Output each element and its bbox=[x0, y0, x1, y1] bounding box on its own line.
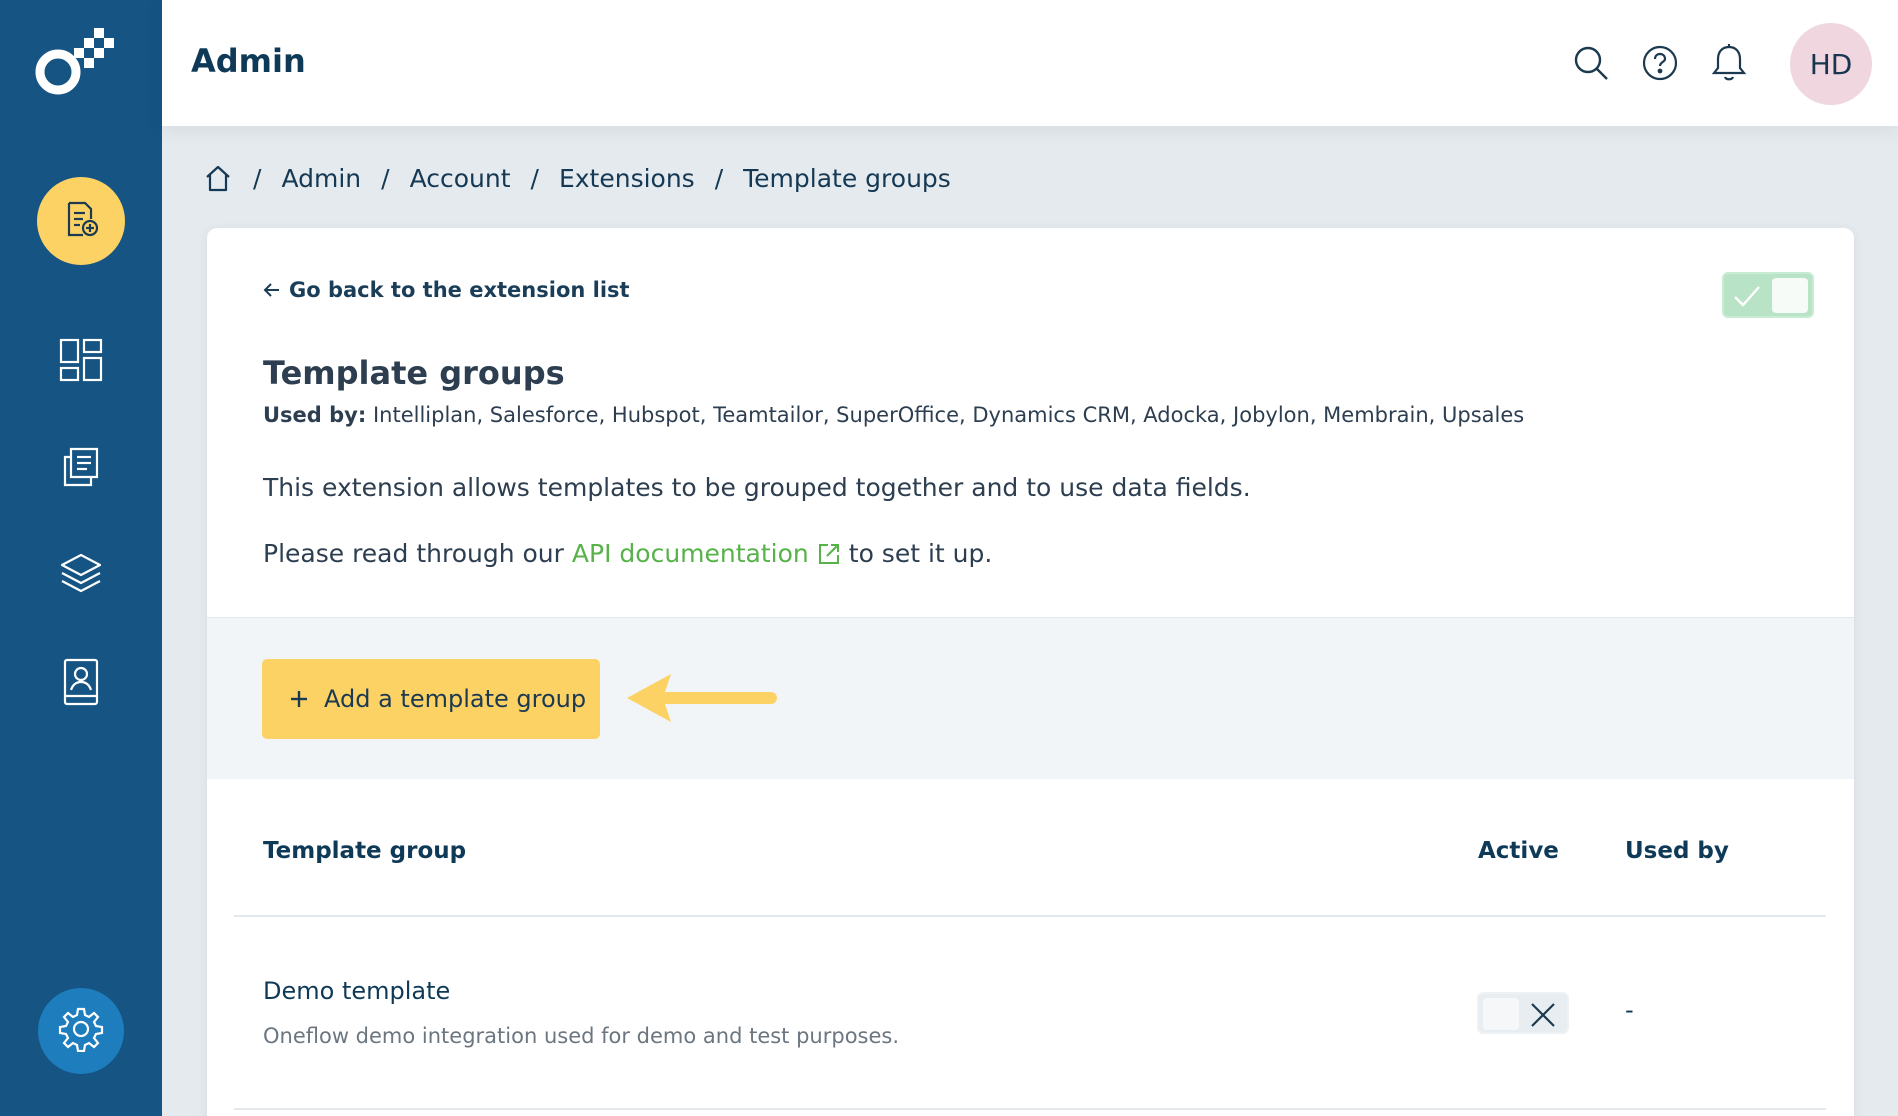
breadcrumb-admin[interactable]: Admin bbox=[281, 164, 361, 193]
back-link-label: Go back to the extension list bbox=[289, 278, 630, 302]
dashboard-icon bbox=[59, 338, 103, 386]
breadcrumb-separator: / bbox=[530, 163, 539, 193]
table-divider bbox=[234, 1108, 1826, 1110]
extension-card: Go back to the extension list Template g… bbox=[207, 228, 1854, 1116]
address-book-icon bbox=[59, 658, 103, 710]
close-icon bbox=[1527, 999, 1559, 1035]
extension-title: Template groups bbox=[263, 354, 565, 392]
column-header-active: Active bbox=[1478, 838, 1559, 864]
help-icon[interactable] bbox=[1639, 42, 1681, 84]
api-documentation-link[interactable]: API documentation bbox=[572, 539, 809, 568]
sidebar-item-templates[interactable] bbox=[37, 543, 125, 609]
bell-icon[interactable] bbox=[1708, 42, 1750, 84]
toggle-knob bbox=[1483, 998, 1519, 1030]
breadcrumb-separator: / bbox=[381, 163, 390, 193]
table-header: Template group Active Used by bbox=[207, 826, 1854, 886]
breadcrumb-separator: / bbox=[253, 163, 262, 193]
search-icon[interactable] bbox=[1570, 42, 1612, 84]
home-icon[interactable] bbox=[203, 163, 233, 193]
oneflow-logo[interactable] bbox=[34, 28, 129, 118]
extension-active-toggle[interactable] bbox=[1722, 272, 1814, 318]
plus-icon bbox=[288, 688, 310, 710]
extension-description: This extension allows templates to be gr… bbox=[263, 473, 1251, 502]
used-by-value: Intelliplan, Salesforce, Hubspot, Teamta… bbox=[372, 403, 1525, 427]
api-prefix-text: Please read through our bbox=[263, 539, 564, 568]
breadcrumb-account[interactable]: Account bbox=[410, 164, 511, 193]
template-group-used-by: - bbox=[1625, 996, 1634, 1024]
breadcrumb-separator: / bbox=[714, 163, 724, 193]
template-group-description: Oneflow demo integration used for demo a… bbox=[263, 1024, 900, 1048]
breadcrumb: / Admin / Account / Extensions / Templat… bbox=[203, 158, 951, 198]
arrow-left-highlight-icon bbox=[627, 670, 779, 730]
back-to-extensions-link[interactable]: Go back to the extension list bbox=[263, 278, 630, 302]
table-divider bbox=[234, 915, 1826, 917]
sidebar-item-documents[interactable] bbox=[37, 436, 125, 502]
arrow-left-icon bbox=[263, 281, 281, 299]
toggle-knob bbox=[1772, 278, 1808, 313]
create-document-button[interactable] bbox=[37, 177, 125, 265]
sidebar bbox=[0, 0, 162, 1116]
document-plus-icon bbox=[61, 199, 101, 243]
page-title: Admin bbox=[191, 42, 306, 80]
template-group-active-toggle[interactable] bbox=[1477, 992, 1569, 1034]
column-header-template-group: Template group bbox=[263, 838, 467, 864]
column-header-used-by: Used by bbox=[1625, 838, 1729, 864]
documents-icon bbox=[59, 445, 103, 493]
template-group-name[interactable]: Demo template bbox=[263, 977, 450, 1005]
user-avatar[interactable]: HD bbox=[1790, 23, 1872, 105]
used-by-label: Used by: bbox=[263, 403, 367, 427]
api-documentation-line: Please read through our API documentatio… bbox=[263, 539, 992, 568]
breadcrumb-current: Template groups bbox=[743, 163, 951, 193]
check-icon bbox=[1732, 282, 1762, 314]
layers-icon bbox=[58, 551, 104, 601]
add-template-group-label: Add a template group bbox=[324, 685, 587, 713]
add-template-group-button[interactable]: Add a template group bbox=[262, 659, 600, 739]
external-link-icon[interactable] bbox=[817, 542, 841, 566]
sidebar-item-dashboard[interactable] bbox=[37, 329, 125, 395]
sidebar-item-contacts[interactable] bbox=[37, 651, 125, 717]
breadcrumb-extensions[interactable]: Extensions bbox=[559, 164, 695, 193]
add-template-group-section: Add a template group bbox=[207, 617, 1854, 779]
top-header: Admin HD bbox=[162, 0, 1898, 126]
api-suffix-text: to set it up. bbox=[848, 539, 993, 568]
admin-settings-button[interactable] bbox=[38, 988, 124, 1074]
extension-used-by: Used by: Intelliplan, Salesforce, Hubspo… bbox=[263, 403, 1524, 427]
gear-icon bbox=[58, 1006, 104, 1056]
